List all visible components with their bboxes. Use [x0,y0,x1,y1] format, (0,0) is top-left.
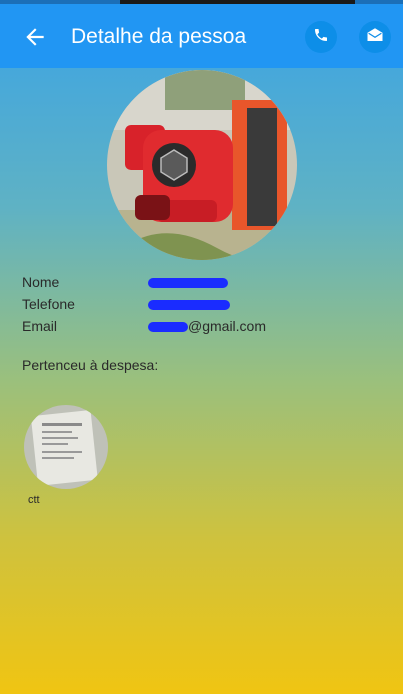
field-value [148,296,230,312]
page-title: Detalhe da pessoa [71,25,247,48]
email-button[interactable] [359,21,391,53]
field-label: Nome [22,274,60,290]
expense-item-image[interactable] [24,405,108,489]
person-photo[interactable] [107,70,297,260]
field-value [148,274,228,290]
field-label: Email [22,318,58,334]
field-value: @gmail.com [148,318,266,334]
expenses-section-title: Pertenceu à despesa: [22,357,159,373]
arrow-left-icon[interactable] [22,24,48,50]
mail-icon [366,26,384,49]
redaction-mark [148,322,188,333]
app-bar: Detalhe da pessoa [0,4,403,68]
field-label: Telefone [22,296,75,312]
redaction-mark [148,278,228,289]
redaction-mark [148,300,230,311]
phone-icon [313,27,329,48]
call-button[interactable] [305,21,337,53]
expense-item-label: ctt [28,494,40,506]
